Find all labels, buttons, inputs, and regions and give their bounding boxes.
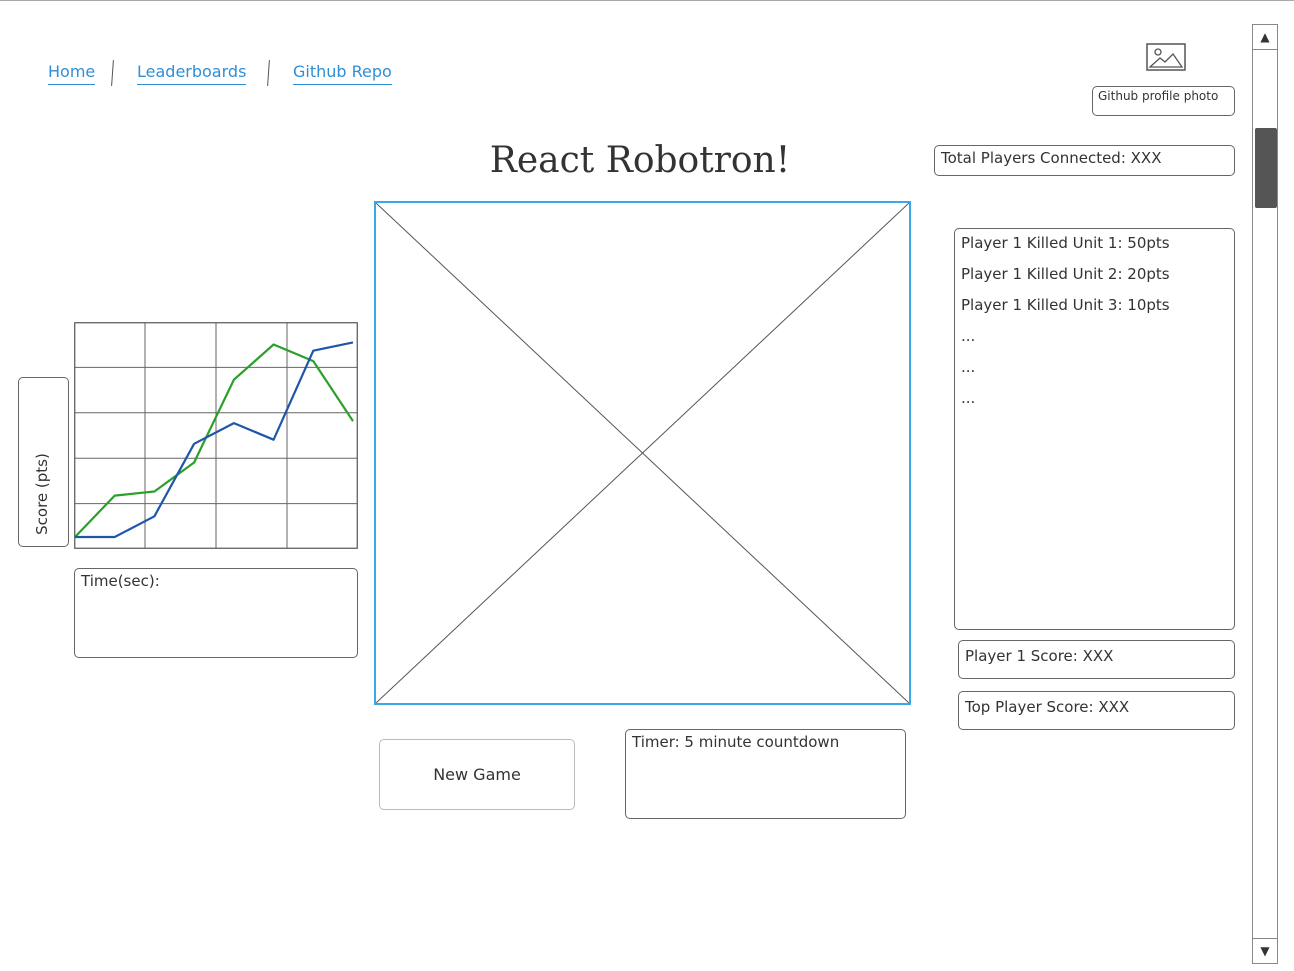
new-game-button[interactable]: New Game <box>379 739 575 810</box>
total-players-text: Total Players Connected: XXX <box>941 149 1162 167</box>
scroll-up-arrow-icon[interactable]: ▲ <box>1253 25 1277 50</box>
nav-link-leaderboards[interactable]: Leaderboards <box>137 62 247 85</box>
log-item: ... <box>961 389 976 407</box>
game-canvas[interactable] <box>374 201 911 705</box>
log-item: Player 1 Killed Unit 2: 20pts <box>961 265 1170 283</box>
player1-score-text: Player 1 Score: XXX <box>965 647 1114 665</box>
profile-photo-text: Github profile photo <box>1098 89 1219 103</box>
timer-box: Timer: 5 minute countdown <box>625 729 906 819</box>
x-axis-label: Time(sec): <box>81 572 160 590</box>
kill-log[interactable]: Player 1 Killed Unit 1: 50pts Player 1 K… <box>954 228 1235 630</box>
nav-separator <box>267 59 270 87</box>
scroll-down-arrow-icon[interactable]: ▼ <box>1253 938 1277 963</box>
image-icon <box>1146 43 1186 71</box>
nav-link-github-repo[interactable]: Github Repo <box>293 62 392 85</box>
github-profile-photo-label[interactable]: Github profile photo <box>1092 86 1235 116</box>
scroll-thumb[interactable] <box>1255 128 1277 208</box>
score-chart <box>74 322 358 549</box>
player1-score-box: Player 1 Score: XXX <box>958 640 1235 679</box>
timer-text: Timer: 5 minute countdown <box>632 733 840 751</box>
page-title: React Robotron! <box>489 140 791 181</box>
canvas-placeholder <box>376 203 909 703</box>
y-axis-label: Score (pts) <box>33 453 51 535</box>
nav-link-home[interactable]: Home <box>48 62 96 85</box>
log-item: ... <box>961 358 976 376</box>
x-axis-label-box: Time(sec): <box>74 568 358 658</box>
window-top-border <box>0 0 1294 1</box>
vertical-scrollbar[interactable]: ▲ ▼ <box>1252 24 1278 964</box>
nav-separator <box>111 59 114 87</box>
log-item: Player 1 Killed Unit 3: 10pts <box>961 296 1170 314</box>
top-score-box: Top Player Score: XXX <box>958 691 1235 730</box>
top-score-text: Top Player Score: XXX <box>965 698 1130 716</box>
new-game-label: New Game <box>433 765 521 784</box>
log-item: Player 1 Killed Unit 1: 50pts <box>961 234 1170 252</box>
log-item: ... <box>961 327 976 345</box>
total-players-box: Total Players Connected: XXX <box>934 145 1235 176</box>
